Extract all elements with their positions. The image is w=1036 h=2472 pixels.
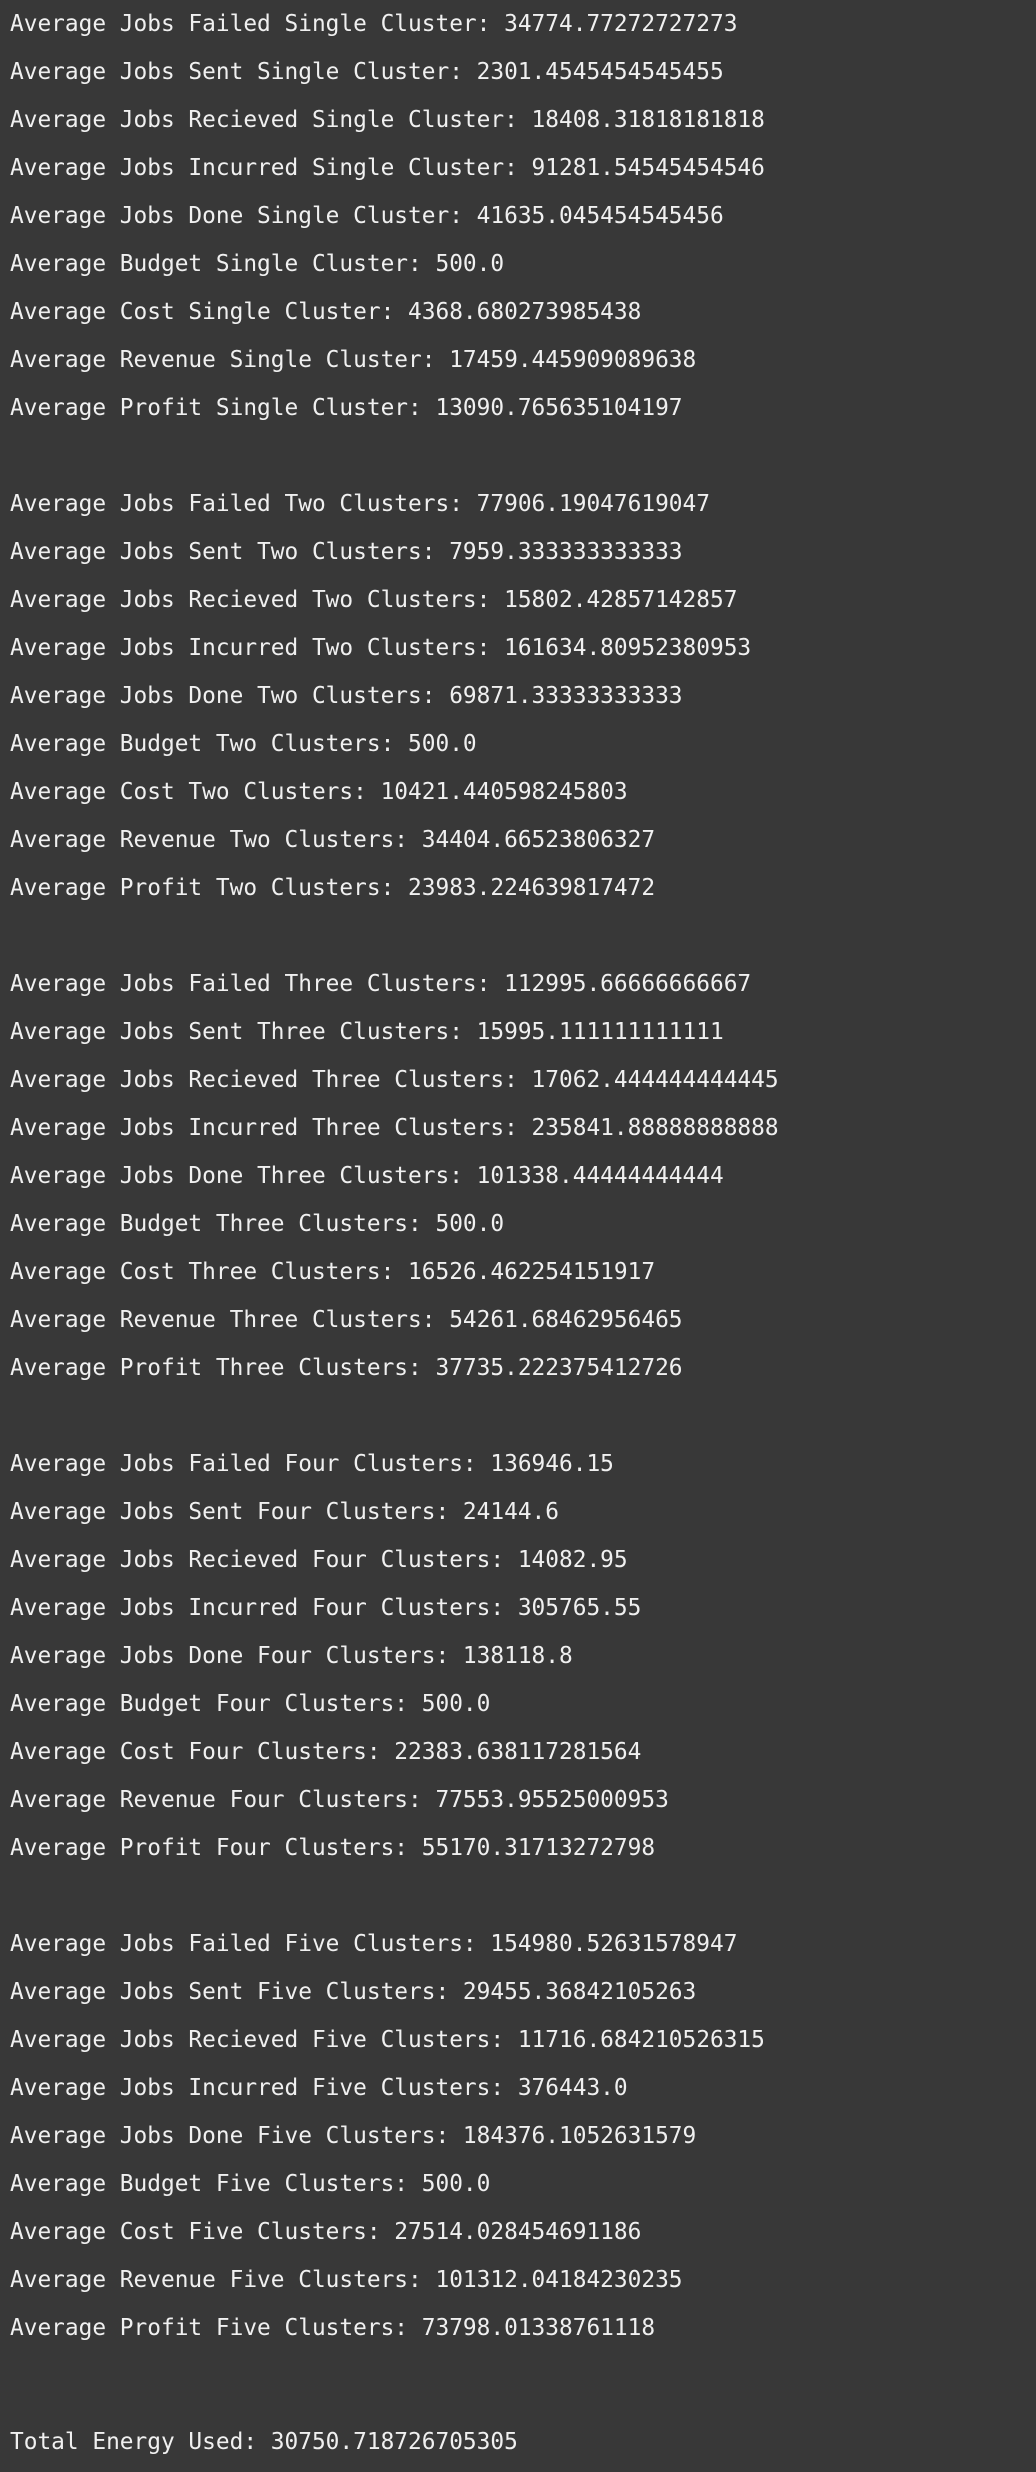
output-line: Average Jobs Sent Four Clusters: 24144.6 bbox=[10, 1499, 559, 1525]
output-line: Average Jobs Done Four Clusters: 138118.… bbox=[10, 1643, 573, 1669]
output-line: Average Budget Single Cluster: 500.0 bbox=[10, 251, 505, 277]
output-line: Average Profit Two Clusters: 23983.22463… bbox=[10, 875, 656, 901]
output-line: Average Jobs Recieved Four Clusters: 140… bbox=[10, 1547, 628, 1573]
output-line: Average Jobs Recieved Three Clusters: 17… bbox=[10, 1067, 779, 1093]
output-line: Average Cost Five Clusters: 27514.028454… bbox=[10, 2219, 642, 2245]
output-line: Average Revenue Four Clusters: 77553.955… bbox=[10, 1787, 669, 1813]
output-line: Average Jobs Done Single Cluster: 41635.… bbox=[10, 203, 724, 229]
output-block: Average Jobs Failed Two Clusters: 77906.… bbox=[10, 480, 1026, 912]
output-line: Average Revenue Single Cluster: 17459.44… bbox=[10, 347, 697, 373]
output-line: Average Jobs Incurred Four Clusters: 305… bbox=[10, 1595, 642, 1621]
output-line: Average Jobs Failed Single Cluster: 3477… bbox=[10, 11, 738, 37]
output-line: Average Budget Two Clusters: 500.0 bbox=[10, 731, 477, 757]
output-line: Average Jobs Failed Five Clusters: 15498… bbox=[10, 1931, 738, 1957]
output-line: Average Jobs Done Three Clusters: 101338… bbox=[10, 1163, 724, 1189]
output-line: Average Jobs Recieved Two Clusters: 1580… bbox=[10, 587, 738, 613]
output-block: Average Jobs Failed Five Clusters: 15498… bbox=[10, 1920, 1026, 2352]
output-line: Average Profit Five Clusters: 73798.0133… bbox=[10, 2315, 656, 2341]
output-line: Average Jobs Incurred Three Clusters: 23… bbox=[10, 1115, 779, 1141]
output-line: Average Budget Four Clusters: 500.0 bbox=[10, 1691, 491, 1717]
output-line: Average Revenue Two Clusters: 34404.6652… bbox=[10, 827, 656, 853]
output-line: Average Profit Single Cluster: 13090.765… bbox=[10, 395, 683, 421]
total-energy-line: Total Energy Used: 30750.718726705305 bbox=[10, 2429, 518, 2455]
console-output: Average Jobs Failed Single Cluster: 3477… bbox=[10, 0, 1026, 2400]
output-block: Average Jobs Failed Four Clusters: 13694… bbox=[10, 1440, 1026, 1872]
output-line: Average Jobs Incurred Two Clusters: 1616… bbox=[10, 635, 752, 661]
output-block: Average Jobs Failed Three Clusters: 1129… bbox=[10, 960, 1026, 1392]
output-line: Average Jobs Recieved Single Cluster: 18… bbox=[10, 107, 765, 133]
output-line: Average Revenue Five Clusters: 101312.04… bbox=[10, 2267, 683, 2293]
output-line: Average Jobs Sent Single Cluster: 2301.4… bbox=[10, 59, 724, 85]
output-line: Average Revenue Three Clusters: 54261.68… bbox=[10, 1307, 683, 1333]
output-line: Average Budget Five Clusters: 500.0 bbox=[10, 2171, 491, 2197]
output-line: Average Cost Single Cluster: 4368.680273… bbox=[10, 299, 642, 325]
output-line: Average Jobs Failed Two Clusters: 77906.… bbox=[10, 491, 710, 517]
output-line: Average Cost Three Clusters: 16526.46225… bbox=[10, 1259, 656, 1285]
output-line: Average Cost Four Clusters: 22383.638117… bbox=[10, 1739, 642, 1765]
output-line: Average Profit Three Clusters: 37735.222… bbox=[10, 1355, 683, 1381]
output-line: Average Jobs Done Two Clusters: 69871.33… bbox=[10, 683, 683, 709]
output-line: Average Jobs Done Five Clusters: 184376.… bbox=[10, 2123, 697, 2149]
output-line: Average Jobs Failed Four Clusters: 13694… bbox=[10, 1451, 614, 1477]
output-line: Average Jobs Recieved Five Clusters: 117… bbox=[10, 2027, 765, 2053]
output-line: Average Cost Two Clusters: 10421.4405982… bbox=[10, 779, 628, 805]
output-line: Average Jobs Sent Three Clusters: 15995.… bbox=[10, 1019, 724, 1045]
output-line: Average Jobs Sent Two Clusters: 7959.333… bbox=[10, 539, 683, 565]
output-block: Average Jobs Failed Single Cluster: 3477… bbox=[10, 0, 1026, 432]
output-line: Average Jobs Incurred Five Clusters: 376… bbox=[10, 2075, 628, 2101]
output-line: Average Jobs Failed Three Clusters: 1129… bbox=[10, 971, 752, 997]
output-line: Average Profit Four Clusters: 55170.3171… bbox=[10, 1835, 656, 1861]
output-line: Average Jobs Incurred Single Cluster: 91… bbox=[10, 155, 765, 181]
output-line: Average Jobs Sent Five Clusters: 29455.3… bbox=[10, 1979, 697, 2005]
output-line: Average Budget Three Clusters: 500.0 bbox=[10, 1211, 505, 1237]
